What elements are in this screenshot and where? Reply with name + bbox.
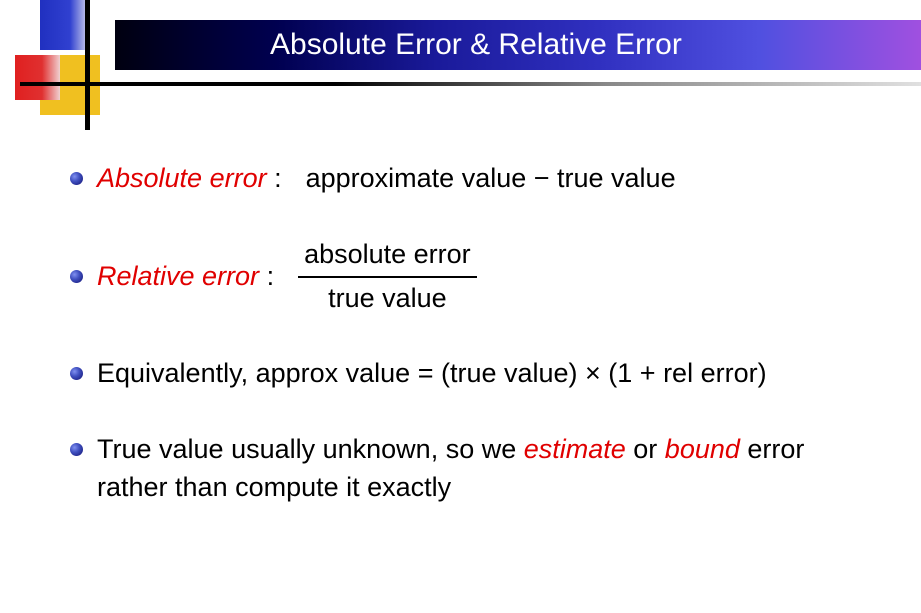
text-mid: or xyxy=(626,434,665,464)
term-bound: bound xyxy=(665,434,740,464)
title-bar: Absolute Error & Relative Error xyxy=(115,20,921,70)
slide-header: Absolute Error & Relative Error xyxy=(0,0,921,110)
bullet-text: Equivalently, approx value = (true value… xyxy=(97,355,767,393)
term-absolute-error: Absolute error xyxy=(97,163,267,193)
bullet-icon xyxy=(70,172,83,185)
term-relative-error: Relative error xyxy=(97,261,259,291)
slide-title: Absolute Error & Relative Error xyxy=(270,28,682,62)
bullet-text: Absolute error : approximate value − true… xyxy=(97,160,676,198)
bullet-icon xyxy=(70,270,83,283)
definition-absolute-error: approximate value − true value xyxy=(306,163,676,193)
decoration-vertical-line xyxy=(85,0,90,130)
text-pre: True value usually unknown, so we xyxy=(97,434,524,464)
colon: : xyxy=(259,261,274,291)
bullet-text: True value usually unknown, so we estima… xyxy=(97,431,851,507)
bullet-icon xyxy=(70,443,83,456)
bullet-item-true-value-unknown: True value usually unknown, so we estima… xyxy=(70,431,851,507)
decoration-red-square xyxy=(15,55,60,100)
bullet-text: Relative error : absolute error true val… xyxy=(97,236,477,318)
decoration-blue-square xyxy=(40,0,90,50)
fraction-relative-error: absolute error true value xyxy=(298,236,477,318)
slide-content: Absolute error : approximate value − true… xyxy=(0,110,921,507)
bullet-item-relative-error: Relative error : absolute error true val… xyxy=(70,236,851,318)
decoration-horizontal-line xyxy=(20,82,921,86)
bullet-item-equivalently: Equivalently, approx value = (true value… xyxy=(70,355,851,393)
fraction-denominator: true value xyxy=(322,278,453,318)
colon: : xyxy=(267,163,282,193)
fraction-numerator: absolute error xyxy=(298,236,477,276)
bullet-icon xyxy=(70,367,83,380)
term-estimate: estimate xyxy=(524,434,626,464)
bullet-item-absolute-error: Absolute error : approximate value − true… xyxy=(70,160,851,198)
